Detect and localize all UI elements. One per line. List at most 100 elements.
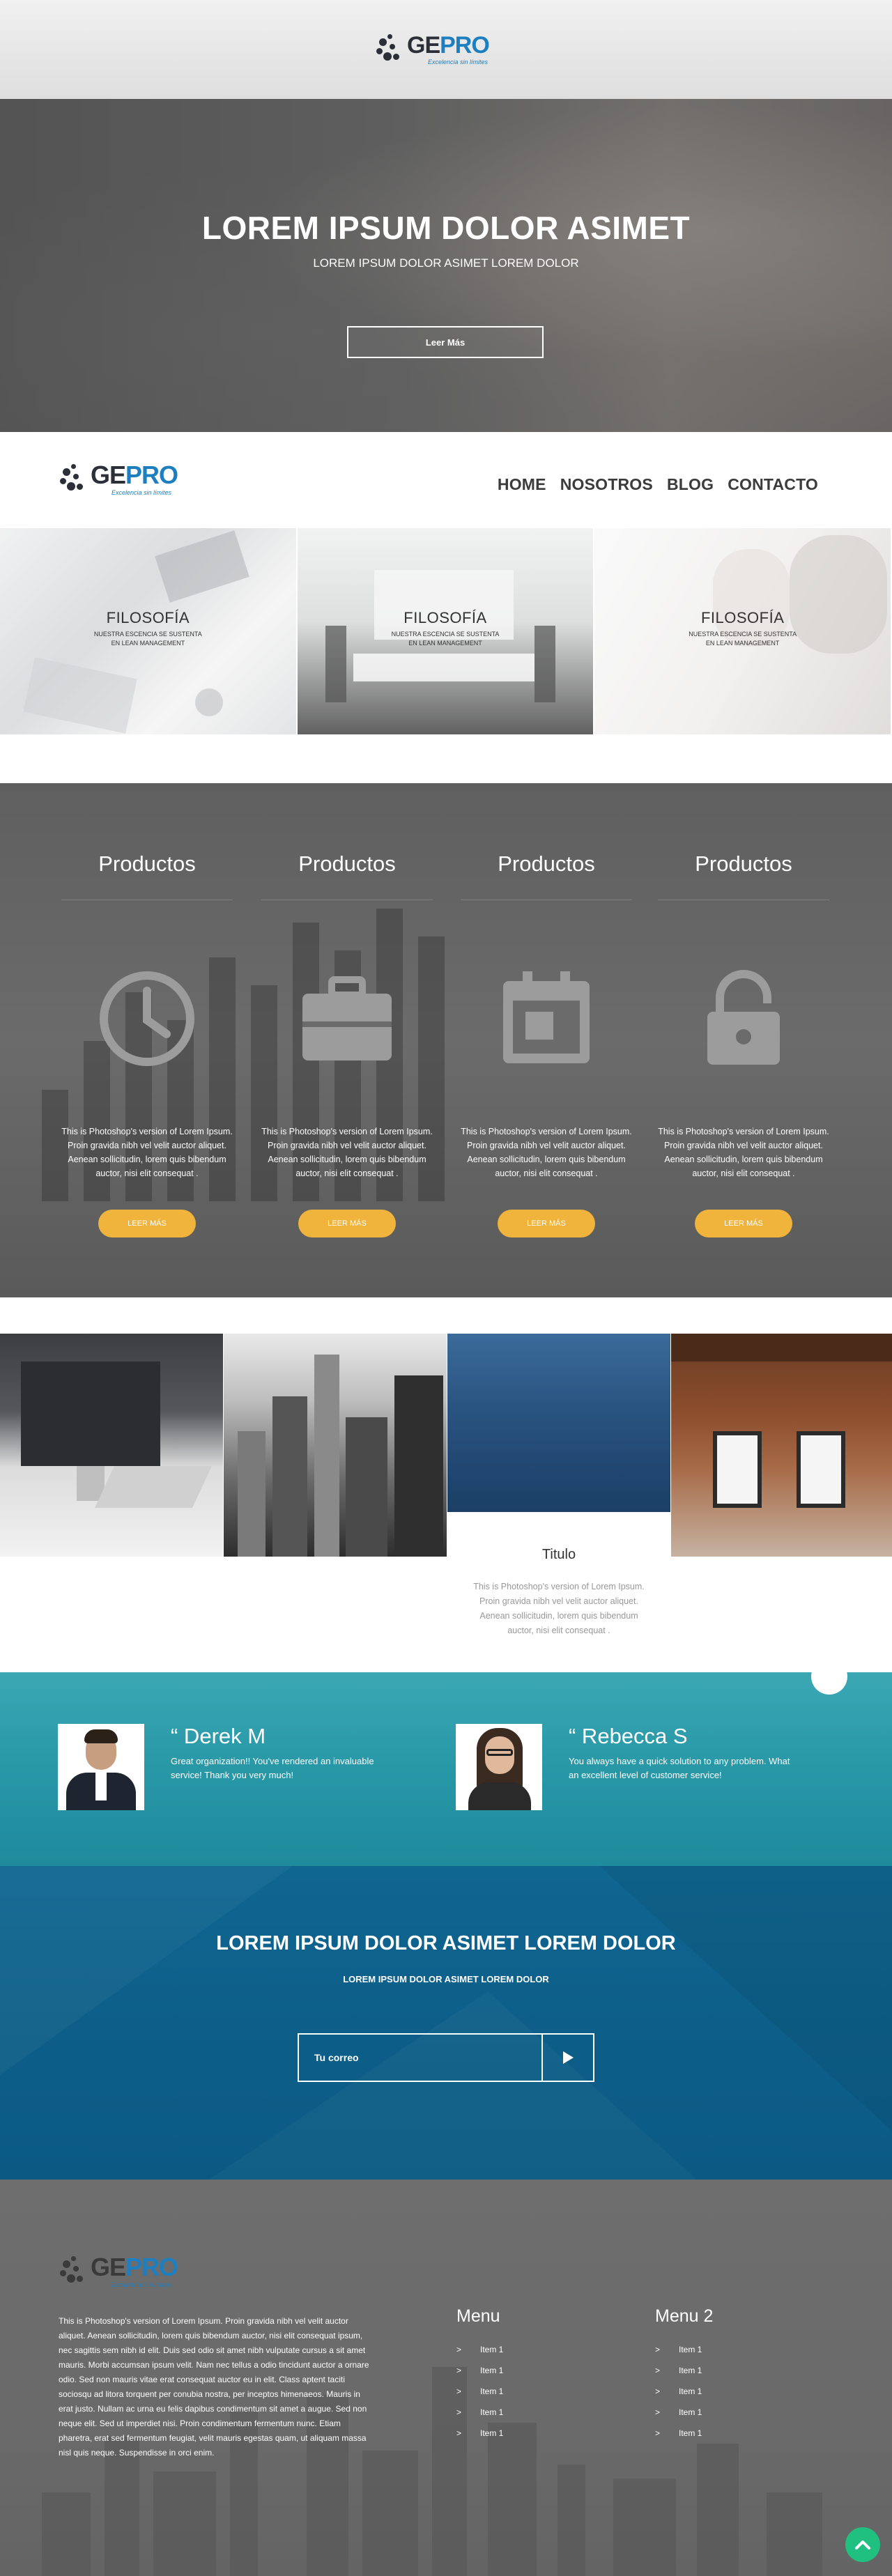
testimonial-name: “ Derek M	[171, 1724, 266, 1748]
chevron-right-icon: >	[456, 2407, 462, 2417]
hero-title: LOREM IPSUM DOLOR ASIMET	[201, 210, 691, 246]
nav-item-contacto[interactable]: CONTACTO	[728, 475, 818, 494]
tile-desc-line: EN LEAN MANAGEMENT	[408, 640, 482, 647]
testimonial: “ Rebecca S You always have a quick solu…	[456, 1724, 792, 1810]
footer-menu-item[interactable]: > Item 1	[655, 2339, 713, 2360]
chevron-right-icon: >	[655, 2407, 661, 2417]
submit-button[interactable]	[543, 2035, 593, 2081]
product-title: Productos	[98, 851, 196, 876]
philosophy-tile[interactable]: FILOSOFÍA NUESTRA ESCENCIA SE SUSTENTA E…	[0, 528, 298, 734]
gallery-caption-text: This is Photoshop's version of Lorem Ips…	[473, 1582, 645, 1635]
gallery-caption-title: Titulo	[541, 1547, 576, 1562]
philosophy-tile[interactable]: FILOSOFÍA NUESTRA ESCENCIA SE SUSTENTA E…	[594, 528, 892, 734]
nav-logo[interactable]: GEPRO Excelencia sin límites	[60, 463, 178, 496]
hero-read-more-button[interactable]: Leer Más	[347, 326, 544, 358]
chevron-right-icon: >	[456, 2366, 462, 2375]
image-gallery: Titulo This is Photoshop's version of Lo…	[0, 1334, 892, 1647]
chevron-up-icon	[855, 2540, 870, 2550]
nav-item-nosotros[interactable]: NOSOTROS	[560, 475, 653, 494]
product-description: This is Photoshop's version of Lorem Ips…	[461, 1127, 632, 1178]
testimonial: “ Derek M Great organization!! You've re…	[58, 1724, 394, 1810]
logo-text-dark: GE	[91, 461, 126, 489]
product-read-more-button[interactable]: LEER MÁS	[298, 1210, 396, 1237]
newsletter-title: LOREM IPSUM DOLOR ASIMET LOREM DOLOR	[216, 1932, 676, 1954]
nav-item-home[interactable]: HOME	[498, 475, 546, 494]
tile-title: FILOSOFÍA	[403, 609, 487, 626]
product-column: Productos This is Photoshop's version of…	[247, 783, 447, 1297]
gallery-image-city[interactable]	[224, 1334, 447, 1557]
product-read-more-button[interactable]: LEER MÁS	[98, 1210, 196, 1237]
clock-icon	[100, 971, 194, 1066]
product-title: Productos	[498, 851, 595, 876]
logo-text-dark: GE	[407, 32, 440, 59]
footer-menu-title: Menu 2	[655, 2306, 714, 2326]
background-polygons	[0, 1866, 892, 2131]
product-read-more-button[interactable]: LEER MÁS	[695, 1210, 792, 1237]
footer-menu-item[interactable]: > Item 1	[456, 2423, 503, 2444]
product-column: Productos This is Photoshop's version of…	[644, 783, 843, 1297]
logo-mark-icon	[376, 34, 407, 65]
gallery-image-sea[interactable]	[447, 1334, 670, 1512]
gallery-image-loft[interactable]	[671, 1334, 892, 1557]
gallery-image-desk[interactable]	[0, 1334, 223, 1557]
footer-menu-item[interactable]: > Item 1	[456, 2360, 503, 2381]
footer-about-text: This is Photoshop's version of Lorem Ips…	[59, 2316, 369, 2458]
nav-item-blog[interactable]: BLOG	[667, 475, 714, 494]
product-title: Productos	[695, 851, 792, 876]
footer-menu-item[interactable]: > Item 1	[655, 2360, 713, 2381]
unlock-icon	[707, 970, 780, 1065]
footer-menu: Menu 2 > Item 1 > Item 1 > Item 1 > Item 1 >…	[655, 2306, 713, 2444]
logo[interactable]: GEPRO Excelencia sin límites	[376, 32, 490, 65]
product-read-more-button[interactable]: LEER MÁS	[498, 1210, 595, 1237]
avatar	[58, 1724, 144, 1810]
tile-desc-line: NUESTRA ESCENCIA SE SUSTENTA	[689, 631, 797, 638]
footer-logo[interactable]: GEPRO Excelencia sin límites	[60, 2255, 178, 2288]
logo-tagline: Excelencia sin límites	[112, 489, 172, 496]
tile-title: FILOSOFÍA	[700, 609, 785, 626]
tile-title: FILOSOFÍA	[106, 609, 190, 626]
philosophy-tiles: FILOSOFÍA NUESTRA ESCENCIA SE SUSTENTA E…	[0, 528, 892, 734]
scroll-to-top-button[interactable]	[845, 2527, 880, 2562]
product-description: This is Photoshop's version of Lorem Ips…	[658, 1127, 829, 1178]
tile-desc-line: EN LEAN MANAGEMENT	[705, 640, 780, 647]
nav-menu: HOME NOSOTROS BLOG CONTACTO	[498, 475, 818, 494]
footer-menu-item[interactable]: > Item 1	[456, 2381, 503, 2402]
hero-subtitle: LOREM IPSUM DOLOR ASIMET LOREM DOLOR	[313, 256, 579, 270]
products-section: Productos This is Photoshop's version of…	[0, 783, 892, 1297]
product-description: This is Photoshop's version of Lorem Ips…	[261, 1127, 433, 1178]
logo-tagline: Excelencia sin límites	[112, 2281, 172, 2288]
logo-mark-icon	[60, 464, 91, 495]
newsletter-form: Tu correo	[298, 2033, 594, 2082]
avatar	[456, 1724, 542, 1810]
top-brand-bar: GEPRO Excelencia sin límites	[0, 0, 892, 99]
logo-tagline: Excelencia sin límites	[428, 59, 489, 65]
testimonials-section: “ Derek M Great organization!! You've re…	[0, 1672, 892, 1866]
footer-menu-item[interactable]: > Item 1	[655, 2402, 713, 2423]
product-column: Productos This is Photoshop's version of…	[447, 783, 646, 1297]
logo-text-blue: PRO	[125, 2253, 178, 2281]
testimonial-quote: You always have a quick solution to any …	[569, 1756, 790, 1780]
gallery-caption: Titulo This is Photoshop's version of Lo…	[447, 1512, 670, 1647]
calendar-icon	[503, 971, 590, 1063]
chevron-right-icon: >	[456, 2386, 462, 2396]
product-title: Productos	[298, 851, 396, 876]
logo-text-dark: GE	[91, 2253, 126, 2281]
footer-menu-item[interactable]: > Item 1	[655, 2423, 713, 2444]
product-column: Productos This is Photoshop's version of…	[47, 783, 247, 1297]
newsletter-section: LOREM IPSUM DOLOR ASIMET LOREM DOLOR LOR…	[0, 1866, 892, 2180]
email-field[interactable]: Tu correo	[299, 2035, 543, 2081]
logo-text-blue: PRO	[125, 461, 178, 489]
chevron-right-icon: >	[655, 2428, 661, 2438]
footer-menu-item[interactable]: > Item 1	[456, 2402, 503, 2423]
tile-desc-line: NUESTRA ESCENCIA SE SUSTENTA	[93, 631, 202, 638]
footer-menu-item[interactable]: > Item 1	[655, 2381, 713, 2402]
footer-menu-item[interactable]: > Item 1	[456, 2339, 503, 2360]
chevron-right-icon: >	[456, 2428, 462, 2438]
chevron-right-icon: >	[655, 2345, 661, 2354]
hero-banner: LOREM IPSUM DOLOR ASIMET LOREM IPSUM DOL…	[0, 99, 892, 432]
logo-mark-icon	[60, 2256, 91, 2287]
philosophy-tile[interactable]: FILOSOFÍA NUESTRA ESCENCIA SE SUSTENTA E…	[297, 528, 595, 734]
chevron-right-icon: >	[456, 2345, 462, 2354]
chevron-right-icon: >	[655, 2366, 661, 2375]
tile-desc-line: NUESTRA ESCENCIA SE SUSTENTA	[391, 631, 500, 638]
